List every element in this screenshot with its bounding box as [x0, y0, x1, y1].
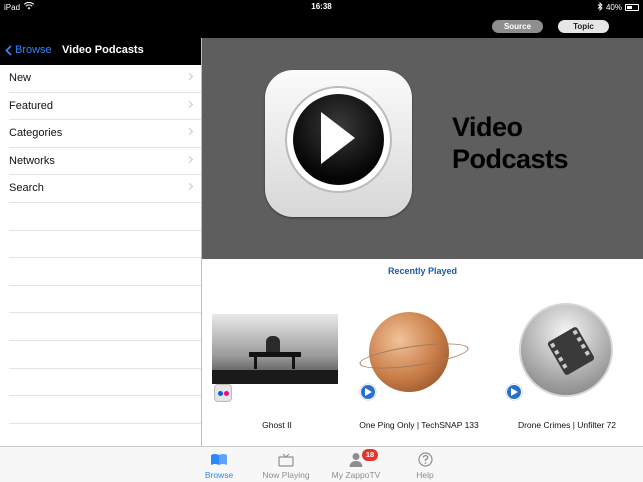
category-list: New Featured Categories Networks Search: [0, 65, 201, 446]
source-segment[interactable]: Source: [492, 20, 543, 33]
film-strip-icon: [519, 303, 613, 397]
flickr-icon: [214, 384, 232, 402]
play-app-icon: [265, 70, 412, 217]
status-bar: iPad 16:38 40%: [0, 0, 643, 14]
empty-row: [9, 369, 201, 397]
banner-title-line1: Video: [452, 112, 523, 142]
list-item-new[interactable]: New: [9, 65, 201, 93]
bluetooth-icon: [597, 1, 603, 13]
book-icon: [189, 451, 249, 468]
list-item-label: New: [9, 72, 32, 84]
page-title: Video Podcasts: [62, 44, 144, 56]
battery-percent: 40%: [605, 3, 622, 12]
list-item-label: Search: [9, 182, 44, 195]
notification-badge: 18: [362, 449, 378, 461]
tab-label: Help: [416, 470, 434, 480]
tab-help[interactable]: Help: [395, 451, 455, 480]
chevron-right-icon: [185, 183, 194, 191]
tab-my-zappotv[interactable]: 18 My ZappoTV: [326, 449, 386, 480]
recent-item-ghost[interactable]: Ghost II: [212, 293, 342, 433]
list-item-label: Categories: [9, 127, 63, 140]
question-icon: [395, 451, 455, 468]
empty-row: [9, 231, 201, 259]
empty-row: [9, 313, 201, 341]
clock: 16:38: [311, 2, 332, 11]
back-button[interactable]: Browse: [5, 44, 52, 56]
tab-browse[interactable]: Browse: [189, 451, 249, 480]
topic-segment[interactable]: Topic: [558, 20, 609, 33]
play-icon: [506, 384, 522, 400]
banner-title-line2: Podcasts: [452, 144, 569, 174]
list-item-label: Featured: [9, 99, 54, 112]
top-bar: Source Topic: [0, 14, 643, 38]
tab-label: My ZappoTV: [331, 470, 381, 480]
tab-label: Now Playing: [262, 470, 310, 480]
empty-row: [9, 396, 201, 424]
chevron-right-icon: [185, 128, 194, 136]
list-item-search[interactable]: Search: [9, 175, 201, 203]
tab-now-playing[interactable]: Now Playing: [256, 451, 316, 480]
back-label: Browse: [15, 44, 52, 56]
recent-item-unfilter[interactable]: Drone Crimes | Unfilter 72: [502, 293, 632, 433]
chevron-right-icon: [185, 155, 194, 163]
chevron-right-icon: [185, 72, 194, 81]
tab-label: Browse: [204, 470, 234, 480]
item-caption: Drone Crimes | Unfilter 72: [517, 420, 617, 430]
video-podcasts-banner: Video Podcasts: [202, 38, 643, 259]
list-item-label: Networks: [9, 154, 55, 167]
battery-icon: [625, 4, 639, 11]
section-heading: Recently Played: [387, 266, 458, 276]
item-caption: Ghost II: [262, 420, 292, 430]
empty-row: [9, 286, 201, 314]
recently-played-section: Recently Played Ghost II One Ping Only |…: [202, 259, 643, 446]
item-caption: One Ping Only | TechSNAP 133: [359, 420, 479, 430]
chevron-left-icon: [5, 44, 12, 56]
play-icon: [360, 384, 376, 400]
empty-row: [9, 341, 201, 369]
tv-icon: [256, 451, 316, 468]
tab-bar: Browse Now Playing 18 My ZappoTV Help: [0, 446, 643, 482]
list-item-categories[interactable]: Categories: [9, 120, 201, 148]
list-item-networks[interactable]: Networks: [9, 148, 201, 176]
recent-item-techsnap[interactable]: One Ping Only | TechSNAP 133: [354, 293, 484, 433]
left-nav-bar: Browse Video Podcasts: [0, 38, 201, 65]
empty-row: [9, 258, 201, 286]
bench-photo: [212, 314, 338, 384]
play-icon: [321, 112, 355, 164]
list-item-featured[interactable]: Featured: [9, 93, 201, 121]
empty-row: [9, 203, 201, 231]
chevron-right-icon: [185, 100, 194, 108]
